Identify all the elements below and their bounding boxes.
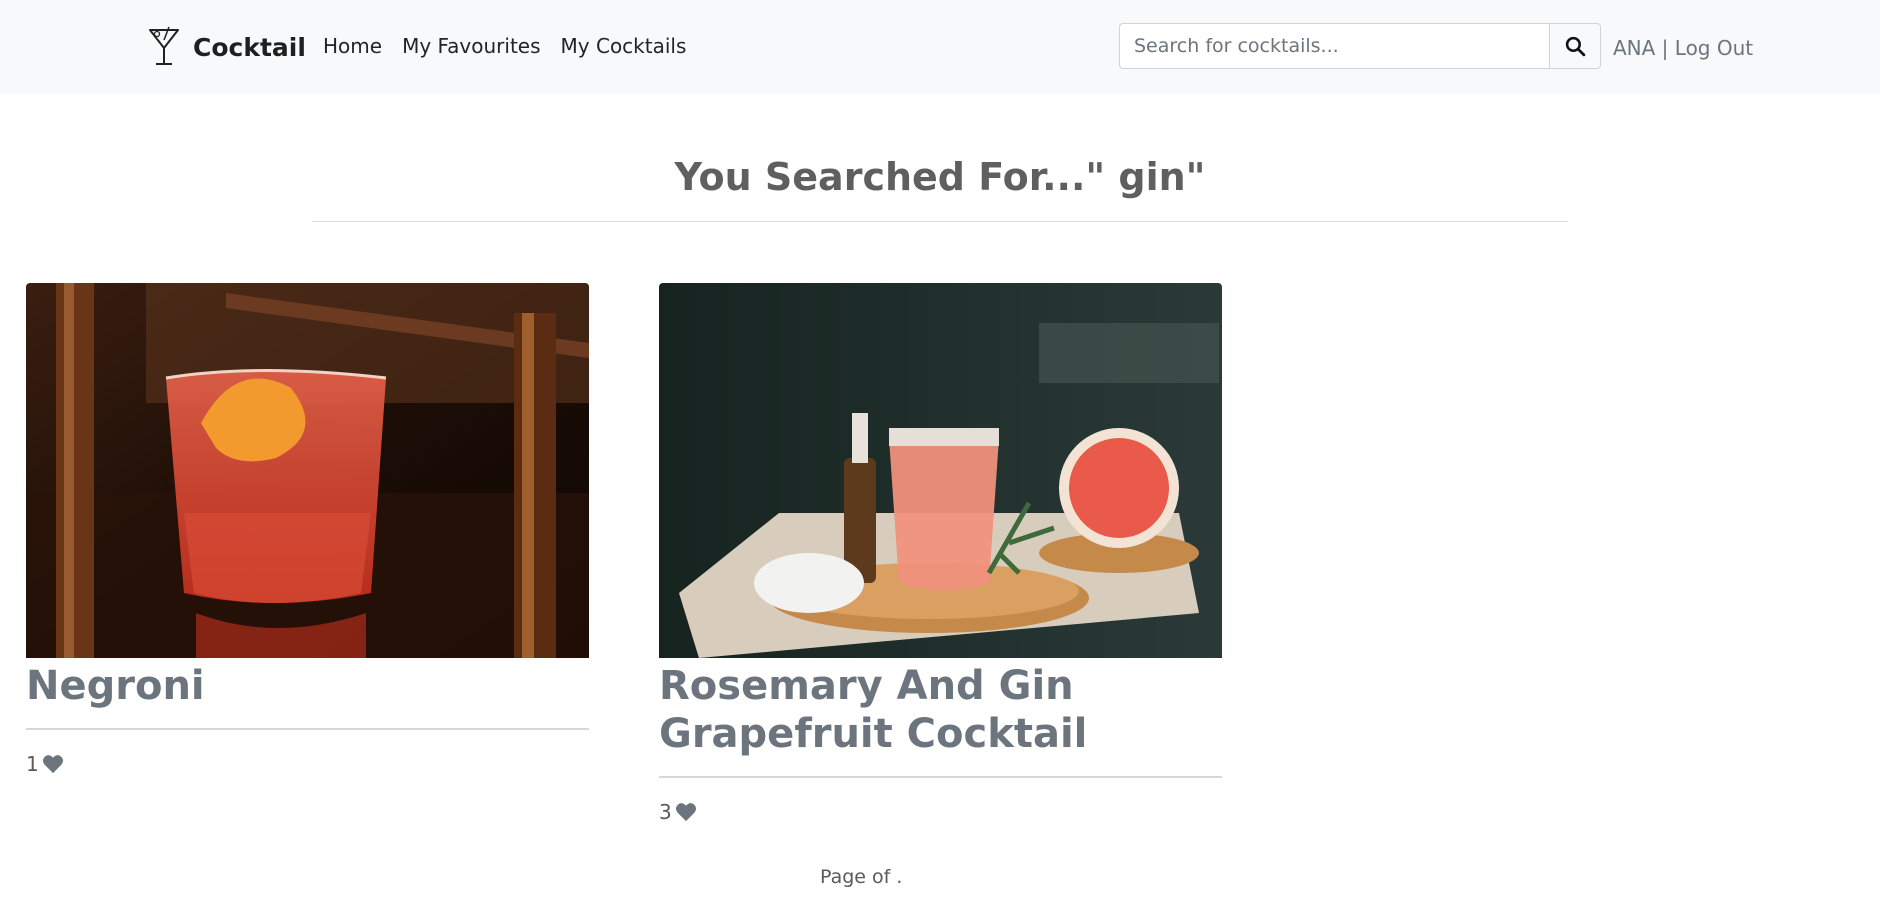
likes-count: 1 xyxy=(26,752,589,776)
negroni-photo[interactable] xyxy=(26,283,589,658)
nav-links: Home My Favourites My Cocktails xyxy=(323,34,706,58)
cocktail-name[interactable]: Negroni xyxy=(26,662,589,710)
navbar: Cocktail Home My Favourites My Cocktails… xyxy=(0,0,1880,93)
pagination-text: Page of . xyxy=(820,866,903,888)
likes-number: 3 xyxy=(659,800,672,824)
heart-icon[interactable] xyxy=(675,802,697,822)
nav-my-favourites[interactable]: My Favourites xyxy=(402,34,540,58)
logout-link[interactable]: ANA | Log Out xyxy=(1613,36,1753,60)
nav-home[interactable]: Home xyxy=(323,34,382,58)
nav-my-cocktails[interactable]: My Cocktails xyxy=(561,34,687,58)
card-divider xyxy=(659,776,1222,778)
search-form xyxy=(1119,23,1601,69)
likes-count: 3 xyxy=(659,800,1222,824)
heart-icon[interactable] xyxy=(42,754,64,774)
search-button[interactable] xyxy=(1549,23,1601,69)
cocktail-card[interactable]: Rosemary And Gin Grapefruit Cocktail 3 xyxy=(659,283,1222,824)
grapefruit-cocktail-photo[interactable] xyxy=(659,283,1222,658)
search-icon xyxy=(1565,36,1585,56)
page-title: You Searched For..." gin" xyxy=(674,155,1206,199)
likes-number: 1 xyxy=(26,752,39,776)
martini-glass-icon xyxy=(149,26,179,65)
brand-name: Cocktail xyxy=(193,32,306,62)
cocktail-name[interactable]: Rosemary And Gin Grapefruit Cocktail xyxy=(659,662,1222,758)
card-divider xyxy=(26,728,589,730)
brand-link[interactable]: Cocktail xyxy=(147,26,306,68)
cocktail-card[interactable]: Negroni 1 xyxy=(26,283,589,776)
title-divider xyxy=(312,221,1568,222)
search-input[interactable] xyxy=(1119,23,1549,69)
